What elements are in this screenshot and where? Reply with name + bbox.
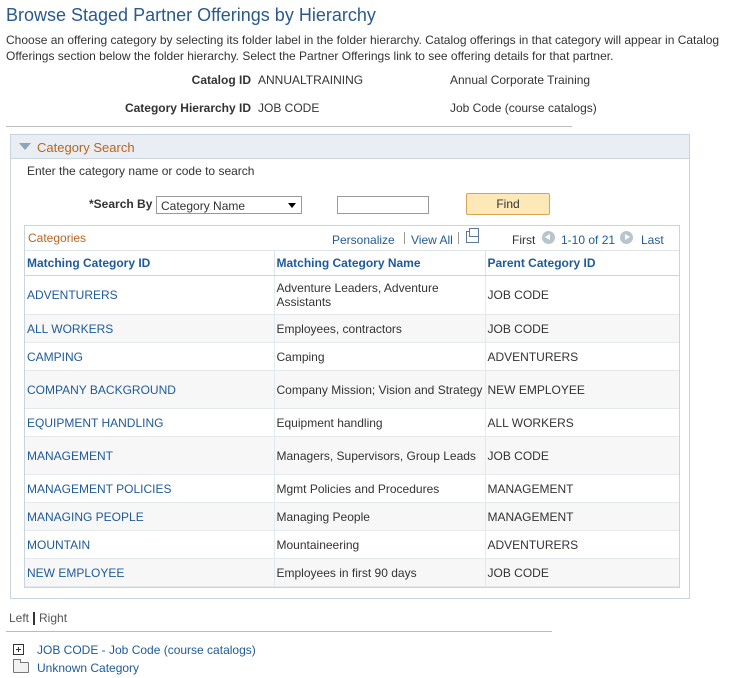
table-row: COMPANY BACKGROUND Company Mission; Visi… — [25, 370, 679, 409]
catalog-description: Annual Corporate Training — [450, 73, 591, 87]
parent-category-id: JOB CODE — [485, 558, 679, 587]
hierarchy-description: Job Code (course catalogs) — [450, 101, 597, 115]
category-name: Camping — [274, 342, 486, 371]
categories-table: Matching Category ID Matching Category N… — [25, 251, 679, 587]
search-by-label: *Search By — [89, 197, 153, 211]
category-id-link[interactable]: MANAGING PEOPLE — [27, 510, 144, 524]
parent-category-id: NEW EMPLOYEE — [485, 370, 679, 409]
category-name: Mountaineering — [274, 530, 486, 559]
find-button[interactable]: Find — [466, 193, 550, 215]
catalog-id-value: ANNUALTRAINING — [258, 73, 364, 87]
search-by-value: Category Name — [161, 199, 246, 213]
divider — [6, 631, 552, 632]
category-name: Company Mission; Vision and Strategy — [274, 370, 486, 409]
category-name: Equipment handling — [274, 408, 486, 437]
divider — [6, 126, 572, 127]
table-row: NEW EMPLOYEE Employees in first 90 days … — [25, 558, 679, 587]
last-link[interactable]: Last — [641, 233, 664, 247]
table-row: ADVENTURERS Adventure Leaders, Adventure… — [25, 275, 679, 315]
search-text-input[interactable] — [337, 196, 429, 214]
parent-category-id: JOB CODE — [485, 436, 679, 475]
category-name: Employees in first 90 days — [274, 558, 486, 587]
page-title: Browse Staged Partner Offerings by Hiera… — [6, 5, 376, 25]
table-row: MANAGING PEOPLE Managing People MANAGEME… — [25, 502, 679, 531]
category-name: Managers, Supervisors, Group Leads — [274, 436, 486, 475]
category-id-link[interactable]: MANAGEMENT — [27, 449, 113, 463]
category-search-header[interactable]: Category Search — [11, 135, 689, 159]
description-line-2: Offerings section below the folder hiera… — [6, 49, 614, 63]
collapse-triangle-icon[interactable] — [19, 143, 31, 150]
expand-plus-icon[interactable] — [13, 644, 24, 655]
new-window-icon[interactable] — [466, 228, 479, 243]
table-row: MOUNTAIN Mountaineering ADVENTURERS — [25, 530, 679, 559]
category-search-title: Category Search — [37, 140, 135, 155]
parent-category-id: MANAGEMENT — [485, 474, 679, 503]
category-search-panel: Category Search Enter the category name … — [10, 134, 690, 599]
category-id-link[interactable]: CAMPING — [27, 350, 83, 364]
tree-node-unknown-category[interactable]: Unknown Category — [37, 661, 139, 675]
range-label: 1-10 of 21 — [561, 233, 616, 247]
parent-category-id: ADVENTURERS — [485, 530, 679, 559]
column-header-parent-id[interactable]: Parent Category ID — [485, 251, 679, 276]
parent-category-id: MANAGEMENT — [485, 502, 679, 531]
hierarchy-id-value: JOB CODE — [258, 101, 320, 115]
nav-separator — [33, 612, 36, 626]
category-id-link[interactable]: MOUNTAIN — [27, 538, 90, 552]
folder-icon — [13, 659, 29, 673]
category-name: Managing People — [274, 502, 486, 531]
table-row: ALL WORKERS Employees, contractors JOB C… — [25, 314, 679, 343]
column-header-category-name[interactable]: Matching Category Name — [274, 251, 486, 276]
table-row: MANAGEMENT Managers, Supervisors, Group … — [25, 436, 679, 475]
category-name: Adventure Leaders, Adventure Assistants — [274, 275, 486, 315]
search-hint: Enter the category name or code to searc… — [27, 164, 255, 178]
grid-header-bar: Categories Personalize View All First 1-… — [25, 226, 679, 251]
hierarchy-id-label: Category Hierarchy ID — [124, 101, 251, 115]
parent-category-id: ALL WORKERS — [485, 408, 679, 437]
tree-node-job-code[interactable]: JOB CODE - Job Code (course catalogs) — [37, 643, 256, 657]
category-id-link[interactable]: ALL WORKERS — [27, 322, 113, 336]
page-description: Choose an offering category by selecting… — [6, 32, 740, 64]
column-header-category-id[interactable]: Matching Category ID — [25, 251, 275, 276]
categories-grid: Categories Personalize View All First 1-… — [24, 225, 680, 588]
category-name: Mgmt Policies and Procedures — [274, 474, 486, 503]
parent-category-id: JOB CODE — [485, 275, 679, 315]
table-row: EQUIPMENT HANDLING Equipment handling AL… — [25, 408, 679, 437]
tree-scroll-links: Left Right — [9, 611, 67, 626]
right-link[interactable]: Right — [39, 611, 67, 625]
table-row: MANAGEMENT POLICIES Mgmt Policies and Pr… — [25, 474, 679, 503]
personalize-link[interactable]: Personalize — [332, 233, 395, 247]
parent-category-id: ADVENTURERS — [485, 342, 679, 371]
parent-category-id: JOB CODE — [485, 314, 679, 343]
grid-title: Categories — [28, 231, 87, 245]
category-id-link[interactable]: MANAGEMENT POLICIES — [27, 482, 171, 496]
category-name: Employees, contractors — [274, 314, 486, 343]
left-link[interactable]: Left — [9, 611, 29, 625]
description-line-1: Choose an offering category by selecting… — [6, 33, 720, 47]
nav-separator — [458, 232, 459, 244]
search-by-select[interactable]: Category Name — [156, 196, 302, 214]
category-id-link[interactable]: COMPANY BACKGROUND — [27, 383, 176, 397]
next-arrow-icon[interactable] — [620, 231, 633, 244]
first-label: First — [512, 233, 536, 247]
nav-separator — [404, 232, 405, 244]
previous-arrow-icon[interactable] — [542, 231, 555, 244]
category-id-link[interactable]: EQUIPMENT HANDLING — [27, 416, 163, 430]
category-id-link[interactable]: NEW EMPLOYEE — [27, 566, 124, 580]
table-row: CAMPING Camping ADVENTURERS — [25, 342, 679, 371]
view-all-link[interactable]: View All — [411, 233, 453, 247]
dropdown-arrow-icon — [288, 203, 296, 208]
category-id-link[interactable]: ADVENTURERS — [27, 288, 118, 302]
catalog-id-label: Catalog ID — [191, 73, 251, 87]
